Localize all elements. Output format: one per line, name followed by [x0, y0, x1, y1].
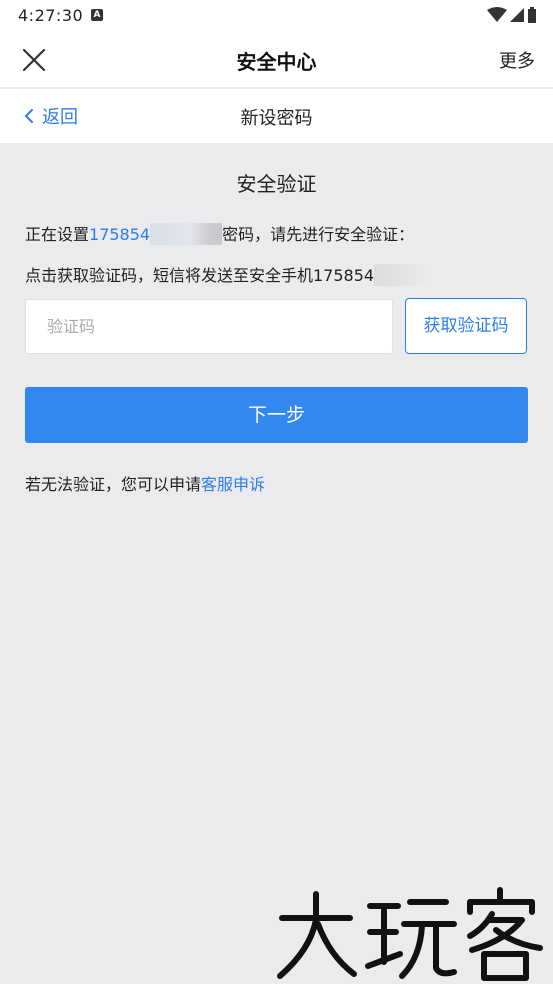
sms-instruction: 点击获取验证码，短信将发送至安全手机175854 — [25, 262, 431, 286]
wifi-icon — [487, 7, 507, 22]
next-step-button[interactable]: 下一步 — [25, 387, 528, 443]
battery-icon — [528, 7, 536, 23]
get-code-button[interactable]: 获取验证码 — [405, 298, 527, 354]
page-title: 安全中心 — [236, 50, 317, 74]
line1-suffix: 密码，请先进行安全验证： — [222, 225, 415, 244]
watermark-logo — [277, 887, 543, 981]
status-bar: 4:27:30 A — [0, 0, 553, 32]
app-bar: 安全中心 更多 — [0, 32, 553, 88]
status-icons — [487, 7, 537, 23]
line1-prefix: 正在设置 — [25, 225, 90, 244]
privacy-mask — [150, 223, 223, 245]
customer-appeal-link[interactable]: 客服申诉 — [201, 475, 265, 494]
sub-title: 新设密码 — [240, 108, 313, 129]
sub-bar: 返回 新设密码 — [0, 89, 553, 143]
account-link[interactable]: 175854 — [89, 225, 150, 244]
verify-instruction: 正在设置175854 密码，请先进行安全验证： — [25, 221, 414, 245]
privacy-mask — [374, 264, 431, 286]
help-text: 若无法验证，您可以申请客服申诉 — [25, 471, 265, 495]
verification-code-input[interactable] — [25, 299, 393, 354]
more-button[interactable]: 更多 — [499, 47, 535, 73]
line2-text: 点击获取验证码，短信将发送至安全手机175854 — [25, 266, 375, 285]
notification-a-icon: A — [91, 9, 103, 21]
signal-icon — [510, 8, 524, 22]
help-prefix: 若无法验证，您可以申请 — [25, 475, 202, 494]
section-title: 安全验证 — [236, 172, 317, 196]
status-time: 4:27:30 — [18, 6, 84, 25]
